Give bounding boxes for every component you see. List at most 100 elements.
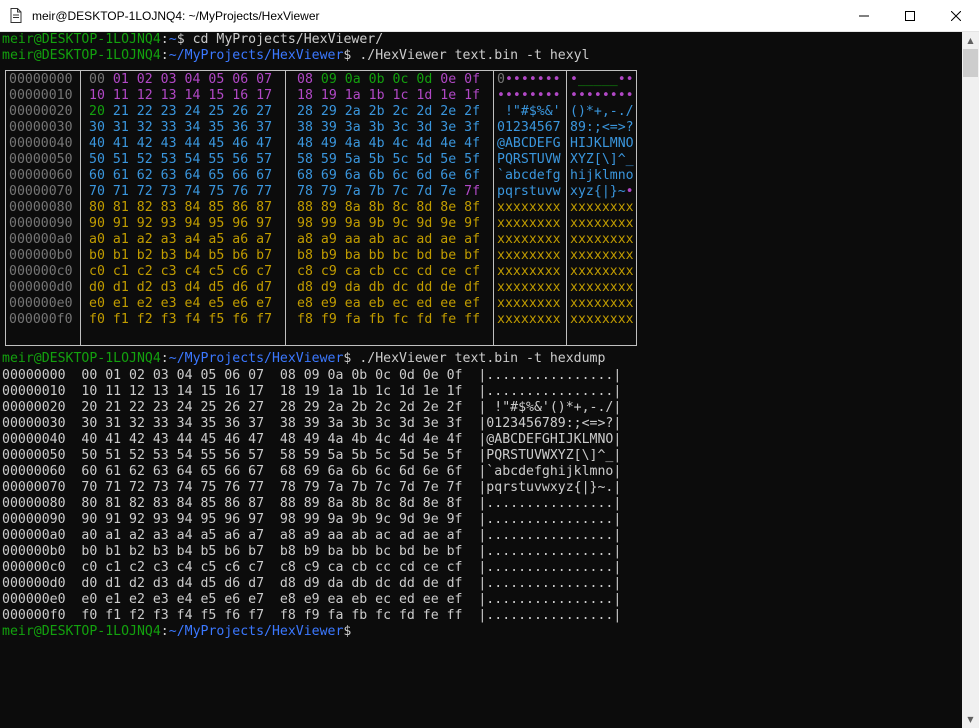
hexyl-byte: da <box>344 280 361 295</box>
hexyl-byte: d5 <box>208 280 225 295</box>
hexyl-byte: 40 <box>89 136 105 151</box>
hexyl-byte: 72 <box>136 184 153 199</box>
hexyl-byte: 2c <box>392 104 409 119</box>
hexyl-offset: 000000e0 <box>9 296 73 311</box>
hexyl-byte: a0 <box>89 232 105 247</box>
hexyl-byte: 45 <box>208 136 225 151</box>
scroll-down-arrow-icon[interactable]: ▼ <box>962 711 979 728</box>
hexyl-byte: 0c <box>392 72 409 87</box>
hexyl-byte: 60 <box>89 168 105 183</box>
hexyl-byte: e5 <box>208 296 225 311</box>
scrollbar-thumb[interactable] <box>963 49 978 77</box>
hexyl-byte: 94 <box>184 216 201 231</box>
hexyl-byte: b0 <box>89 248 105 263</box>
hexyl-byte: b1 <box>112 248 129 263</box>
hexyl-byte: 17 <box>256 88 273 103</box>
hexyl-byte: 9d <box>416 216 433 231</box>
hexyl-byte: 85 <box>208 200 225 215</box>
hexyl-byte: 42 <box>136 136 153 151</box>
hexyl-byte: 19 <box>320 88 337 103</box>
hexyl-byte: 51 <box>112 152 129 167</box>
hexyl-ascii: xxxxxxxx <box>570 248 634 263</box>
hexyl-byte: 36 <box>232 120 249 135</box>
hexyl-byte: ca <box>344 264 361 279</box>
hexyl-byte: c0 <box>89 264 105 279</box>
hexyl-ascii: xxxxxxxx <box>570 232 634 247</box>
hexyl-byte: a8 <box>297 232 313 247</box>
terminal-output[interactable]: meir@DESKTOP-1LOJNQ4:~$ cd MyProjects/He… <box>2 32 960 728</box>
hexyl-offset: 000000a0 <box>9 232 73 247</box>
hexyl-byte: d7 <box>256 280 273 295</box>
hexyl-byte: 92 <box>136 216 153 231</box>
hexyl-byte: 29 <box>320 104 337 119</box>
scroll-up-arrow-icon[interactable]: ▲ <box>962 32 979 49</box>
hexyl-ascii: @ABCDEFG <box>497 136 561 151</box>
hexyl-byte: cf <box>464 264 481 279</box>
hexyl-byte: 68 <box>297 168 313 183</box>
hexyl-byte: 57 <box>256 152 273 167</box>
hexyl-byte: 54 <box>184 152 201 167</box>
hexyl-byte: 34 <box>184 120 201 135</box>
hexyl-byte: 21 <box>112 104 129 119</box>
hexdump-line: 00000010 10 11 12 13 14 15 16 17 18 19 1… <box>2 384 622 399</box>
hexyl-byte: 5b <box>368 152 385 167</box>
hexyl-byte: e9 <box>320 296 337 311</box>
hexyl-byte: ff <box>464 312 481 327</box>
hexyl-byte: e4 <box>184 296 201 311</box>
hexyl-byte: c6 <box>232 264 249 279</box>
hexyl-ascii: xxxxxxxx <box>570 216 634 231</box>
hexyl-offset: 00000040 <box>9 136 73 151</box>
hexyl-ascii: xxxxxxxx <box>497 280 561 295</box>
prompt-path: ~/MyProjects/HexViewer <box>168 351 344 366</box>
hexyl-ascii: HIJKLMNO <box>570 136 634 151</box>
hexyl-byte: eb <box>368 296 385 311</box>
hexyl-byte: 50 <box>89 152 105 167</box>
hexyl-ascii: xxxxxxxx <box>497 216 561 231</box>
hexdump-line: 00000020 20 21 22 23 24 25 26 27 28 29 2… <box>2 400 622 415</box>
hexyl-byte: 80 <box>89 200 105 215</box>
hexyl-byte: 03 <box>160 72 177 87</box>
command-line-prompt[interactable]: meir@DESKTOP-1LOJNQ4:~/MyProjects/HexVie… <box>2 624 351 640</box>
command-line-hexdump: meir@DESKTOP-1LOJNQ4:~/MyProjects/HexVie… <box>2 351 606 366</box>
hexyl-byte: ad <box>416 232 433 247</box>
hexyl-byte: d4 <box>184 280 201 295</box>
hexyl-byte: de <box>440 280 457 295</box>
hexyl-byte: bd <box>416 248 433 263</box>
hexyl-byte: 08 <box>297 72 313 87</box>
hexyl-byte: 46 <box>232 136 249 151</box>
title-bar[interactable]: meir@DESKTOP-1LOJNQ4: ~/MyProjects/HexVi… <box>0 0 979 32</box>
hexyl-divider <box>80 70 81 346</box>
hexyl-byte: 24 <box>184 104 201 119</box>
hexyl-byte: a9 <box>320 232 337 247</box>
hexdump-line: 000000e0 e0 e1 e2 e3 e4 e5 e6 e7 e8 e9 e… <box>2 592 622 607</box>
hexyl-offset: 000000b0 <box>9 248 73 263</box>
hexyl-byte: 9e <box>440 216 457 231</box>
hexdump-line: 000000d0 d0 d1 d2 d3 d4 d5 d6 d7 d8 d9 d… <box>2 576 622 591</box>
hexyl-byte: 7e <box>440 184 457 199</box>
close-button[interactable] <box>933 0 979 31</box>
hexyl-byte: 79 <box>320 184 337 199</box>
prompt-user-host: meir@DESKTOP-1LOJNQ4 <box>2 48 161 63</box>
hexdump-line: 000000b0 b0 b1 b2 b3 b4 b5 b6 b7 b8 b9 b… <box>2 544 622 559</box>
hexyl-offset: 00000050 <box>9 152 73 167</box>
hexyl-byte: 00 <box>89 72 105 87</box>
hexyl-byte: e8 <box>297 296 313 311</box>
maximize-button[interactable] <box>887 0 933 31</box>
hexyl-byte: 1c <box>392 88 409 103</box>
hexyl-byte: 4a <box>344 136 361 151</box>
hexyl-byte: 77 <box>256 184 273 199</box>
hexyl-byte: 7b <box>368 184 385 199</box>
hexyl-ascii: 89:;<=>? <box>570 120 634 135</box>
hexyl-offset: 00000090 <box>9 216 73 231</box>
hexyl-byte: 2a <box>344 104 361 119</box>
hexyl-byte: 6e <box>440 168 457 183</box>
vertical-scrollbar[interactable]: ▲ ▼ <box>962 32 979 728</box>
hexyl-byte: b5 <box>208 248 225 263</box>
hexyl-byte: 14 <box>184 88 201 103</box>
hexyl-byte: 91 <box>112 216 129 231</box>
hexyl-byte: 88 <box>297 200 313 215</box>
hexyl-byte: af <box>464 232 481 247</box>
hexyl-ascii: •_____•• <box>570 72 634 87</box>
minimize-button[interactable] <box>841 0 887 31</box>
hexyl-divider <box>493 70 494 346</box>
